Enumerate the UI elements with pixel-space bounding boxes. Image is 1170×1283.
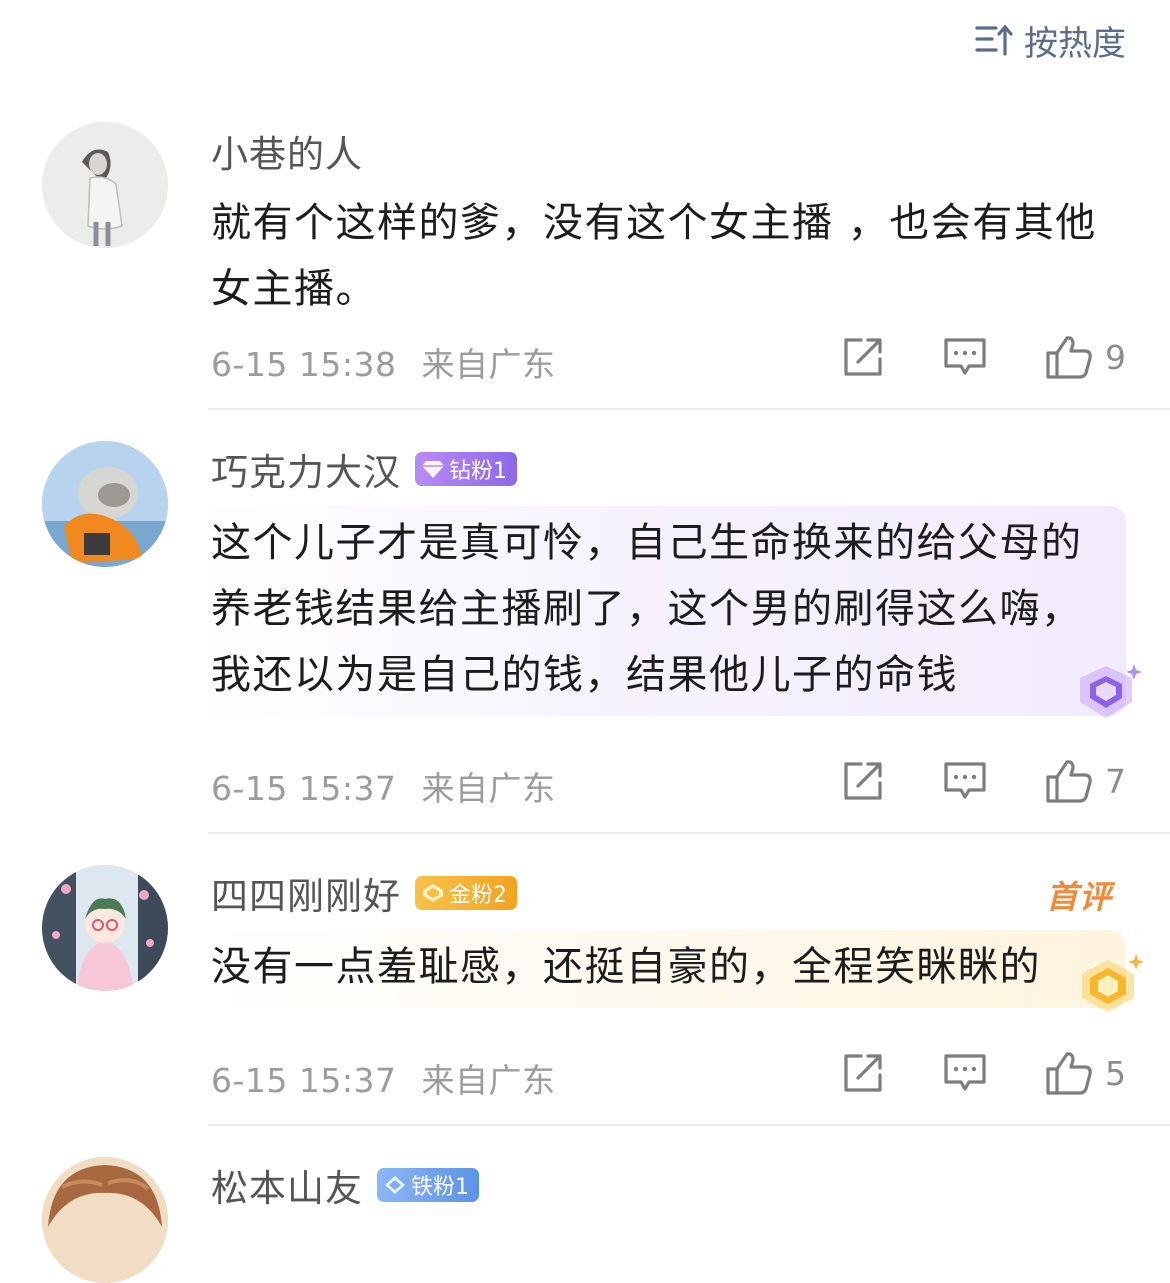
comment-meta: 6-15 15:37 来自广东 [211, 1054, 556, 1102]
comment-meta: 6-15 15:37 来自广东 [211, 762, 556, 810]
fan-badge[interactable]: 铁粉1 [377, 1168, 479, 1202]
divider [208, 408, 1170, 410]
badge-label: 钻粉1 [449, 459, 507, 484]
share-button[interactable] [841, 759, 885, 803]
diamond-decoration-icon [1066, 660, 1146, 730]
comment-meta: 6-15 15:38 来自广东 [211, 338, 556, 386]
share-button[interactable] [841, 1051, 885, 1095]
share-icon [841, 335, 885, 379]
reply-button[interactable] [943, 759, 987, 803]
share-icon [841, 1051, 885, 1095]
thumbs-up-icon [1045, 334, 1093, 380]
comment-text: 这个儿子才是真可怜，自己生命换来的给父母的养老钱结果给主播刷了，这个男的刷得这么… [211, 520, 1083, 698]
comment-location: 来自广东 [421, 345, 556, 384]
like-count: 5 [1105, 1053, 1126, 1093]
comment-icon [943, 759, 987, 803]
thumbs-up-icon [1045, 1050, 1093, 1096]
sort-label: 按热度 [1024, 23, 1126, 64]
comment-text: 没有一点羞耻感，还挺自豪的，全程笑眯眯的 [211, 944, 1041, 990]
username[interactable]: 松本山友 [211, 1158, 363, 1212]
thumbs-up-icon [1045, 758, 1093, 804]
badge-label: 金粉2 [449, 883, 507, 908]
comment-location: 来自广东 [421, 769, 556, 808]
sort-by-hot-button[interactable]: 按热度 [974, 18, 1126, 64]
username[interactable]: 小巷的人 [211, 124, 363, 178]
reply-button[interactable] [943, 1051, 987, 1095]
like-button[interactable]: 5 [1045, 1050, 1126, 1096]
avatar[interactable] [42, 441, 168, 567]
avatar[interactable] [42, 865, 168, 991]
sort-icon [974, 22, 1014, 58]
first-comment-tag: 首评 [1045, 878, 1112, 916]
username[interactable]: 四四刚刚好 [211, 866, 401, 920]
comment-icon [943, 335, 987, 379]
like-button[interactable]: 7 [1045, 758, 1126, 804]
comment-time: 6-15 15:37 [211, 769, 397, 808]
like-button[interactable]: 9 [1045, 334, 1126, 380]
gold-gem-icon [421, 883, 445, 903]
gold-decoration-icon [1070, 952, 1146, 1022]
username[interactable]: 巧克力大汉 [211, 442, 401, 496]
comment-icon [943, 1051, 987, 1095]
diamond-icon [421, 459, 445, 479]
comment-time: 6-15 15:38 [211, 345, 397, 384]
comment-text: 就有个这样的爹，没有这个女主播 ，也会有其他女主播。 [211, 200, 1097, 312]
diamond-icon [383, 1175, 407, 1195]
comment-location: 来自广东 [421, 1061, 556, 1100]
avatar[interactable] [42, 1157, 168, 1283]
divider [208, 832, 1170, 834]
avatar[interactable] [42, 122, 168, 248]
reply-button[interactable] [943, 335, 987, 379]
like-count: 7 [1105, 761, 1126, 801]
fan-badge[interactable]: 钻粉1 [415, 452, 517, 486]
like-count: 9 [1105, 337, 1126, 377]
badge-label: 铁粉1 [411, 1175, 469, 1200]
divider [208, 1124, 1170, 1126]
share-icon [841, 759, 885, 803]
share-button[interactable] [841, 335, 885, 379]
comment-time: 6-15 15:37 [211, 1061, 397, 1100]
fan-badge[interactable]: 金粉2 [415, 876, 517, 910]
